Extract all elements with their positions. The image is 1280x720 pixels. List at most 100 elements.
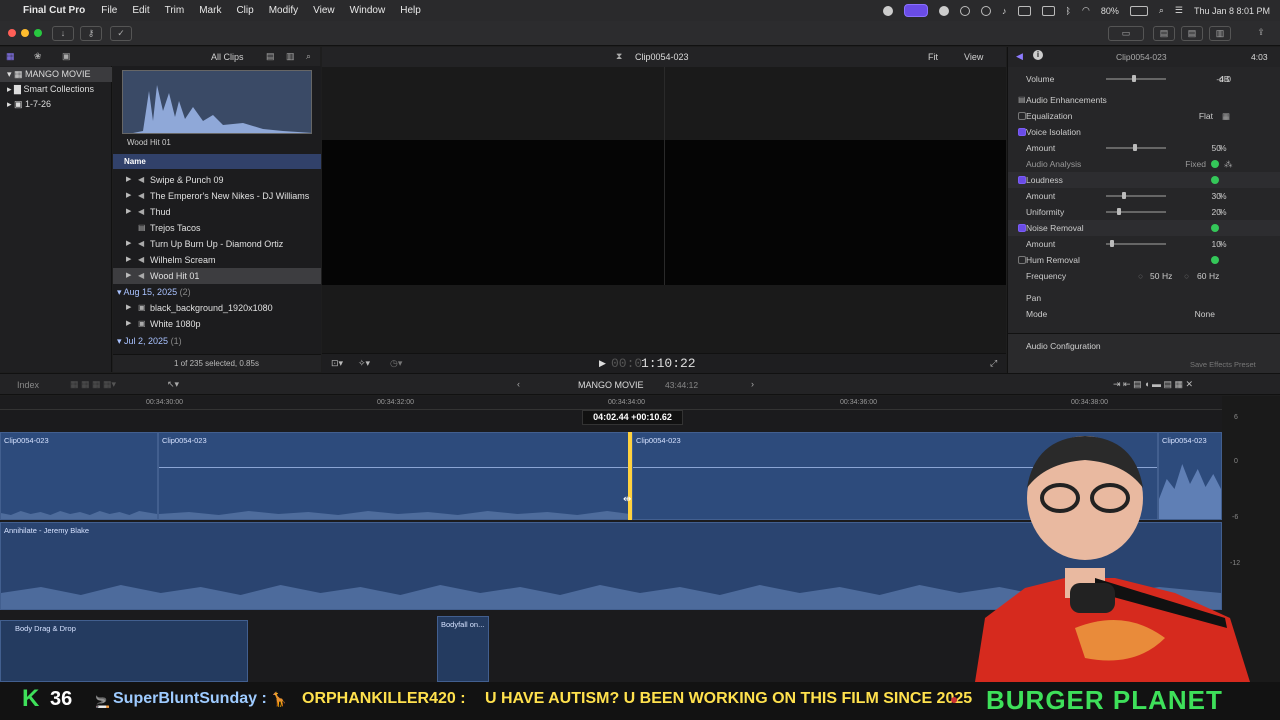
hum-removal-checkbox[interactable] bbox=[1018, 256, 1026, 264]
workspace-icon[interactable]: ▭ bbox=[1108, 26, 1144, 41]
sfx-clip[interactable]: Bodyfall on... bbox=[437, 616, 489, 682]
uniformity-slider[interactable] bbox=[1106, 211, 1166, 213]
close-window-button[interactable] bbox=[8, 29, 16, 37]
view-dropdown[interactable]: View bbox=[964, 52, 983, 62]
disclosure-icon[interactable]: ▶ bbox=[126, 204, 131, 220]
menu-help[interactable]: Help bbox=[400, 5, 421, 16]
control-center-icon[interactable]: ☰ bbox=[1175, 5, 1183, 16]
column-header-name[interactable]: Name bbox=[113, 154, 321, 169]
loudness-amount-slider[interactable] bbox=[1106, 195, 1166, 197]
zoom-window-button[interactable] bbox=[34, 29, 42, 37]
save-effects-preset-button[interactable]: Save Effects Preset bbox=[1190, 360, 1256, 369]
list-item[interactable]: ▶ ◀ Turn Up Burn Up - Diamond Ortiz bbox=[113, 236, 321, 252]
sidebar-item-smart-collections[interactable]: ▸ ▇ Smart Collections bbox=[0, 82, 112, 97]
radio-icon[interactable]: ○ bbox=[1184, 268, 1189, 284]
voice-isolation-checkbox[interactable] bbox=[1018, 128, 1026, 136]
radio-icon[interactable]: ○ bbox=[1138, 268, 1143, 284]
crop-icon[interactable]: ⊡▾ bbox=[331, 358, 343, 369]
equalization-dropdown[interactable]: Flat bbox=[1199, 108, 1213, 124]
slider-knob[interactable] bbox=[1117, 208, 1121, 215]
enhance-icon[interactable]: ✧▾ bbox=[358, 358, 370, 369]
list-item[interactable]: ▶ ◀ Wilhelm Scream bbox=[113, 252, 321, 268]
pan-mode-dropdown[interactable]: None bbox=[1195, 306, 1215, 322]
noise-removal-checkbox[interactable] bbox=[1018, 224, 1026, 232]
loudness-checkbox[interactable] bbox=[1018, 176, 1026, 184]
menu-trim[interactable]: Trim bbox=[165, 5, 185, 16]
disclosure-icon[interactable]: ▶ bbox=[126, 172, 131, 188]
list-item[interactable]: ▶ ◀ Thud bbox=[113, 204, 321, 220]
wifi-icon[interactable]: ◠ bbox=[1082, 5, 1090, 16]
disclosure-icon[interactable]: ▶ bbox=[126, 300, 131, 316]
timeline-ruler[interactable]: 00:34:30:00 00:34:32:00 00:34:34:00 00:3… bbox=[0, 396, 1222, 410]
audio-inspector-icon[interactable]: ◀ bbox=[1016, 51, 1023, 62]
list-item[interactable]: ▶ ◀ Swipe & Punch 09 bbox=[113, 172, 321, 188]
project-name[interactable]: MANGO MOVIE bbox=[578, 380, 644, 390]
timeline-index-button[interactable]: Index bbox=[17, 380, 39, 390]
forward-icon[interactable]: › bbox=[751, 379, 754, 389]
record-status-icon[interactable] bbox=[904, 4, 929, 17]
sidebar-item-event[interactable]: ▸ ▣ 1-7-26 bbox=[0, 97, 112, 112]
sfx-clip[interactable]: Body Drag & Drop bbox=[0, 620, 248, 682]
timeline-view-icons[interactable]: ⇥ ⇤ ▤ ◖ ▬ ▤ ▦ ✕ bbox=[1113, 379, 1193, 390]
volume-slider-knob[interactable] bbox=[1132, 75, 1136, 82]
audio-configuration-header[interactable]: Audio Configuration bbox=[1026, 341, 1101, 351]
date-group-header[interactable]: ▾ Aug 15, 2025 (2) bbox=[113, 284, 321, 300]
titles-icon[interactable]: ▣ bbox=[62, 51, 71, 62]
disclosure-icon[interactable]: ▶ bbox=[126, 188, 131, 204]
menu-view[interactable]: View bbox=[313, 5, 335, 16]
photos-icon[interactable]: ❀ bbox=[34, 51, 42, 62]
menu-mark[interactable]: Mark bbox=[199, 5, 221, 16]
disclosure-icon[interactable]: ▶ bbox=[126, 236, 131, 252]
play-status-icon[interactable] bbox=[981, 5, 992, 16]
menu-clip[interactable]: Clip bbox=[236, 5, 253, 16]
select-tool-icon[interactable]: ↖▾ bbox=[167, 379, 179, 390]
disclosure-icon[interactable]: ▶ bbox=[126, 252, 131, 268]
fullscreen-icon[interactable]: ⤢ bbox=[990, 358, 997, 369]
equalization-checkbox[interactable] bbox=[1018, 112, 1026, 120]
volume-line[interactable] bbox=[159, 467, 630, 468]
show-timeline-icon[interactable]: ▤ bbox=[1181, 26, 1203, 41]
menu-file[interactable]: File bbox=[101, 5, 117, 16]
list-item-selected[interactable]: ▶ ◀ Wood Hit 01 bbox=[113, 268, 321, 284]
minimize-window-button[interactable] bbox=[21, 29, 29, 37]
display-icon[interactable] bbox=[1041, 5, 1055, 16]
info-icon[interactable]: i bbox=[1033, 50, 1043, 60]
timeline-clip[interactable]: Clip0054-023 bbox=[0, 432, 158, 520]
menu-modify[interactable]: Modify bbox=[269, 5, 298, 16]
menu-edit[interactable]: Edit bbox=[132, 5, 149, 16]
speed-icon[interactable]: ◷▾ bbox=[390, 358, 402, 369]
status-icon[interactable] bbox=[939, 5, 950, 16]
slider-knob[interactable] bbox=[1133, 144, 1137, 151]
list-item[interactable]: ▶ ▣ black_background_1920x1080 bbox=[113, 300, 321, 316]
share-icon[interactable]: ⇪ bbox=[1250, 26, 1272, 41]
keyword-icon[interactable]: ⚷ bbox=[80, 26, 102, 41]
bluetooth-icon[interactable]: ᛒ bbox=[1066, 6, 1071, 16]
list-view-icon[interactable]: ▥ bbox=[286, 51, 295, 62]
status-icon[interactable] bbox=[960, 5, 971, 16]
search-icon[interactable]: ⌕ bbox=[1159, 5, 1164, 16]
menu-app-name[interactable]: Final Cut Pro bbox=[23, 5, 85, 16]
noise-amount-slider[interactable] bbox=[1106, 243, 1166, 245]
disclosure-icon[interactable]: ▶ bbox=[126, 316, 131, 332]
clip-filter[interactable]: All Clips bbox=[211, 52, 244, 62]
volume-slider[interactable] bbox=[1106, 78, 1166, 80]
magic-wand-icon[interactable]: ⁂ bbox=[1224, 156, 1233, 172]
list-item[interactable]: ▶ ▣ White 1080p bbox=[113, 316, 321, 332]
edit-buttons[interactable]: ▦ ▦ ▦ ▦▾ bbox=[70, 379, 116, 390]
filmstrip-icon[interactable]: ▤ bbox=[266, 51, 275, 62]
list-item[interactable]: ▤ Trejos Tacos bbox=[113, 220, 321, 236]
library-root[interactable]: ▾ ▦ MANGO MOVIE bbox=[0, 67, 112, 82]
slider-knob[interactable] bbox=[1122, 192, 1126, 199]
status-icon[interactable] bbox=[1017, 5, 1031, 16]
show-library-icon[interactable]: ▤ bbox=[1153, 26, 1175, 41]
fit-dropdown[interactable]: Fit bbox=[928, 52, 938, 62]
timecode[interactable]: 1:10:22 bbox=[641, 356, 696, 371]
search-icon[interactable]: ⌕ bbox=[306, 51, 311, 62]
play-icon[interactable]: ▶ bbox=[599, 358, 606, 369]
list-item[interactable]: ▶ ◀ The Emperor's New Nikes - DJ Williams bbox=[113, 188, 321, 204]
slider-knob[interactable] bbox=[1110, 240, 1114, 247]
clip-thumbnail[interactable] bbox=[122, 70, 312, 134]
volume-icon[interactable]: ♪ bbox=[1002, 6, 1007, 16]
background-tasks-icon[interactable]: ✓ bbox=[110, 26, 132, 41]
eq-graph-icon[interactable]: ▦ bbox=[1222, 108, 1230, 124]
